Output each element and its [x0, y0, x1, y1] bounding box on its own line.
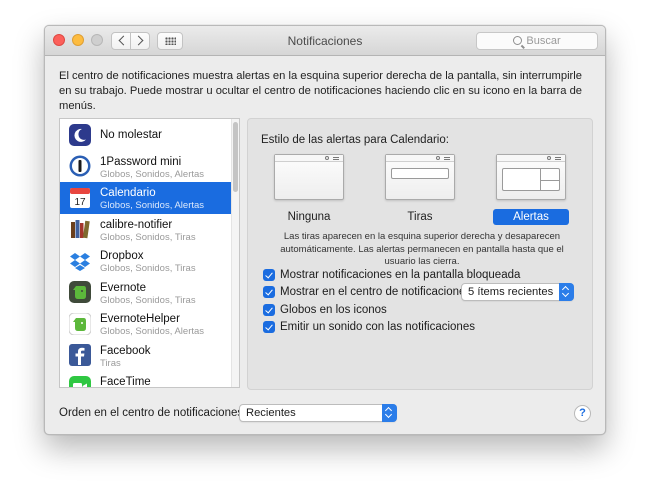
- option-sound[interactable]: Emitir un sonido con las notificaciones: [263, 320, 475, 334]
- search-icon: [513, 36, 523, 45]
- style-help-text: Las tiras aparecen en la esquina superio…: [280, 231, 564, 267]
- badges-checkbox[interactable]: [263, 304, 275, 316]
- list-icon: [333, 157, 339, 160]
- list-icon: [555, 157, 561, 160]
- alert-preview: [502, 168, 560, 191]
- list-item-calibre[interactable]: calibre-notifier Globos, Sonidos, Tiras: [60, 214, 239, 246]
- app-subtitle: Globos, Sonidos, Tiras: [100, 294, 196, 306]
- alert-style-title: Estilo de las alertas para Calendario:: [261, 134, 449, 146]
- sound-label: Emitir un sonido con las notificaciones: [280, 321, 475, 333]
- option-badges[interactable]: Globos en los iconos: [263, 303, 387, 317]
- app-name: Facebook: [100, 344, 151, 357]
- app-subtitle: Globos, Sonidos, Tiras: [100, 231, 196, 243]
- moon-icon: [69, 123, 91, 146]
- style-label-none: Ninguna: [287, 211, 331, 223]
- scroll-thumb[interactable]: [233, 122, 238, 192]
- search-placeholder: Buscar: [526, 35, 561, 47]
- list-item-dropbox[interactable]: Dropbox Globos, Sonidos, Tiras: [60, 245, 239, 277]
- list-item-calendario[interactable]: 17 Calendario Globos, Sonidos, Alertas: [60, 182, 239, 214]
- list-icon: [444, 157, 450, 160]
- recent-items-value: 5 ítems recientes: [468, 286, 554, 298]
- style-option-none[interactable]: Ninguna: [274, 154, 344, 225]
- style-label-alerts: Alertas: [493, 209, 569, 225]
- app-name: Evernote: [100, 281, 147, 294]
- style-preview-banners[interactable]: [385, 154, 455, 200]
- app-subtitle: Globos, Sonidos, Alertas: [100, 200, 205, 211]
- order-select[interactable]: Recientes: [239, 404, 397, 422]
- app-subtitle: Globos, Sonidos, Alertas: [100, 326, 205, 337]
- app-name: No molestar: [100, 129, 162, 141]
- style-label-banners: Tiras: [407, 211, 433, 223]
- evernote-icon: [69, 312, 91, 335]
- banner-preview: [391, 168, 449, 179]
- list-item-evernote[interactable]: Evernote Globos, Sonidos, Tiras: [60, 277, 239, 309]
- show-in-center-checkbox[interactable]: [263, 286, 275, 298]
- lock-screen-checkbox[interactable]: [263, 269, 275, 281]
- app-name: Calendario: [100, 187, 156, 199]
- list-item-facebook[interactable]: Facebook Tiras: [60, 340, 239, 372]
- recent-items-select[interactable]: 5 ítems recientes: [461, 283, 574, 301]
- option-lock-screen[interactable]: Mostrar notificaciones en la pantalla bl…: [263, 268, 520, 282]
- dropbox-icon: [70, 252, 90, 271]
- evernote-icon: [69, 281, 91, 304]
- style-option-banners[interactable]: Tiras: [385, 154, 455, 225]
- list-item-no-molestar[interactable]: No molestar: [60, 119, 239, 151]
- app-name: Dropbox: [100, 250, 144, 262]
- app-subtitle: Tiras: [100, 357, 121, 369]
- app-subtitle: Globos, Sonidos, Tiras: [100, 263, 196, 274]
- lock-screen-label: Mostrar notificaciones en la pantalla bl…: [280, 269, 521, 281]
- order-label: Orden en el centro de notificaciones:: [59, 407, 247, 419]
- sound-checkbox[interactable]: [263, 321, 275, 333]
- list-item-facetime[interactable]: FaceTime: [60, 371, 239, 388]
- calendar-icon: 17: [70, 187, 90, 208]
- list-item-evernotehelper[interactable]: EvernoteHelper Globos, Sonidos, Alertas: [60, 308, 239, 340]
- titlebar: Notificaciones Buscar: [45, 26, 605, 56]
- facetime-icon: [69, 375, 91, 387]
- calendar-day-number: 17: [74, 197, 86, 208]
- preferences-window: Notificaciones Buscar El centro de notif…: [44, 25, 606, 435]
- app-name: FaceTime: [100, 376, 151, 388]
- facebook-icon: [69, 344, 91, 367]
- alert-settings-panel: Estilo de las alertas para Calendario: N…: [247, 118, 593, 390]
- search-icon: [436, 156, 440, 160]
- app-name: 1Password mini: [100, 155, 182, 168]
- app-list[interactable]: No molestar 1Password mini Globos, Sonido…: [59, 118, 240, 388]
- show-in-center-label: Mostrar en el centro de notificaciones:: [280, 286, 475, 298]
- search-icon: [547, 156, 551, 160]
- select-arrows-icon: [559, 283, 574, 301]
- 1password-icon: [69, 155, 91, 177]
- select-arrows-icon: [382, 404, 397, 422]
- option-show-in-center[interactable]: Mostrar en el centro de notificaciones:: [263, 285, 474, 299]
- app-name: calibre-notifier: [100, 218, 173, 231]
- style-preview-none[interactable]: [274, 154, 344, 200]
- style-preview-alerts[interactable]: [496, 154, 566, 200]
- search-field[interactable]: Buscar: [476, 32, 598, 50]
- app-list-scrollbar[interactable]: [231, 119, 239, 387]
- description-text: El centro de notificaciones muestra aler…: [59, 70, 583, 112]
- books-icon: [71, 220, 90, 239]
- app-name: EvernoteHelper: [100, 313, 180, 325]
- order-value: Recientes: [246, 407, 296, 419]
- badges-label: Globos en los iconos: [280, 304, 387, 316]
- search-icon: [325, 156, 329, 160]
- style-option-alerts[interactable]: Alertas: [493, 154, 569, 225]
- list-item-1password[interactable]: 1Password mini Globos, Sonidos, Alertas: [60, 151, 239, 183]
- help-button[interactable]: ?: [574, 405, 591, 422]
- app-subtitle: Globos, Sonidos, Alertas: [100, 168, 205, 180]
